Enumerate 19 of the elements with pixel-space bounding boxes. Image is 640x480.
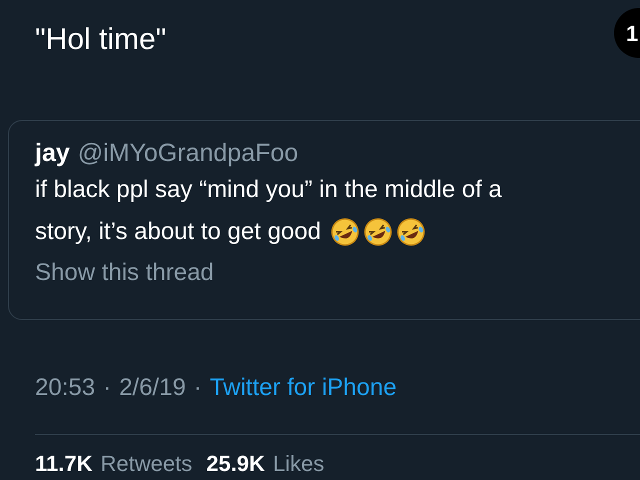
quoted-tweet-text: if black ppl say “mind you” in the middle of a [35,175,503,205]
show-thread-link[interactable]: Show this thread [35,253,214,293]
quoted-tweet-text: story, it’s about to get good [35,217,321,247]
laughing-emoji-icon [362,217,393,247]
source-link[interactable]: Twitter for iPhone [210,370,397,406]
dot-separator: · [194,373,202,403]
badge: 1 [614,8,640,58]
author-handle: @iMYoGrandpaFoo [78,138,298,169]
stat-label: Likes [272,450,324,478]
tweet-time: 20:53 [35,373,96,403]
stat-count: 25.9K [206,450,265,478]
tweet-date: 2/6/19 [119,373,186,403]
author-name: jay [35,138,70,169]
stat-count: 11.7K [35,450,92,478]
dot-separator: · [103,373,112,403]
stat-label: Retweets [100,450,192,478]
tweet-text: "Hol time" [35,22,166,58]
laughing-emoji-icon [396,217,426,247]
laughing-emoji-icon [330,217,360,247]
